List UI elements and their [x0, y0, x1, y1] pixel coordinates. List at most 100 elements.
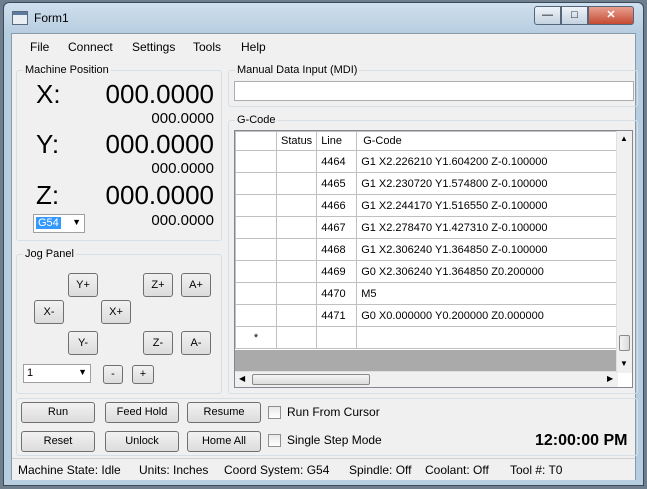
- single-step-label[interactable]: Single Step Mode: [287, 433, 382, 447]
- jog-step-increase-button[interactable]: +: [132, 365, 154, 384]
- row-header[interactable]: [235, 260, 277, 283]
- gcode-cell[interactable]: [356, 326, 618, 349]
- status-cell[interactable]: [275, 150, 318, 173]
- table-row[interactable]: 4465 G1 X2.230720 Y1.574800 Z-0.100000: [235, 172, 618, 195]
- new-row[interactable]: *: [235, 326, 618, 349]
- status-cell[interactable]: [275, 238, 318, 261]
- menu-file[interactable]: File: [30, 40, 49, 54]
- jog-z-minus-button[interactable]: Z-: [143, 331, 173, 355]
- row-header[interactable]: [235, 304, 277, 327]
- gcode-grid[interactable]: Status Line G-Code 4464 G1 X2.226210 Y1.6…: [234, 130, 633, 388]
- jog-z-plus-button[interactable]: Z+: [143, 273, 173, 297]
- scroll-up-icon[interactable]: ▲: [620, 134, 628, 143]
- menu-connect[interactable]: Connect: [68, 40, 113, 54]
- gcode-cell[interactable]: G0 X2.306240 Y1.364850 Z0.200000: [356, 260, 618, 283]
- title-bar[interactable]: Form1 — □ ✕: [4, 3, 643, 33]
- jog-x-minus-button[interactable]: X-: [34, 300, 64, 324]
- line-cell[interactable]: 4465: [316, 172, 358, 195]
- status-cell[interactable]: [275, 304, 318, 327]
- status-spindle: Spindle: Off: [349, 463, 412, 477]
- line-cell[interactable]: 4464: [316, 150, 358, 173]
- jog-step-select[interactable]: 1 ▼: [23, 364, 91, 383]
- line-cell[interactable]: 4471: [316, 304, 358, 327]
- line-cell[interactable]: 4468: [316, 238, 358, 261]
- row-header[interactable]: [235, 150, 277, 173]
- status-cell[interactable]: [275, 282, 318, 305]
- new-row-marker: *: [235, 326, 277, 349]
- gcode-cell[interactable]: G1 X2.244170 Y1.516550 Z-0.100000: [356, 194, 618, 217]
- resume-button[interactable]: Resume: [187, 402, 261, 423]
- column-header-line[interactable]: Line: [316, 131, 358, 151]
- table-row[interactable]: 4470 M5: [235, 282, 618, 305]
- row-header[interactable]: [235, 194, 277, 217]
- menu-tools[interactable]: Tools: [193, 40, 221, 54]
- gcode-table: Status Line G-Code 4464 G1 X2.226210 Y1.6…: [235, 131, 618, 349]
- table-row[interactable]: 4467 G1 X2.278470 Y1.427310 Z-0.100000: [235, 216, 618, 239]
- row-header[interactable]: [235, 282, 277, 305]
- home-all-button[interactable]: Home All: [187, 431, 261, 452]
- single-step-checkbox[interactable]: [268, 434, 281, 447]
- gcode-cell[interactable]: G1 X2.306240 Y1.364850 Z-0.100000: [356, 238, 618, 261]
- status-cell[interactable]: [275, 194, 318, 217]
- table-row[interactable]: 4466 G1 X2.244170 Y1.516550 Z-0.100000: [235, 194, 618, 217]
- y-axis-label: Y:: [36, 129, 60, 159]
- coord-system-select[interactable]: G54 ▼: [33, 214, 85, 233]
- scroll-left-icon[interactable]: ◀: [239, 374, 245, 383]
- horizontal-scroll-thumb[interactable]: [252, 374, 370, 385]
- status-cell[interactable]: [275, 260, 318, 283]
- line-cell[interactable]: 4467: [316, 216, 358, 239]
- scroll-right-icon[interactable]: ▶: [607, 374, 613, 383]
- jog-a-minus-button[interactable]: A-: [181, 331, 211, 355]
- mdi-input[interactable]: [234, 81, 634, 101]
- jog-step-decrease-button[interactable]: -: [103, 365, 123, 384]
- line-cell[interactable]: 4470: [316, 282, 358, 305]
- jog-y-minus-button[interactable]: Y-: [68, 331, 98, 355]
- scroll-down-icon[interactable]: ▼: [620, 359, 628, 368]
- line-cell[interactable]: 4469: [316, 260, 358, 283]
- row-header[interactable]: [235, 216, 277, 239]
- status-bar: Machine State: Idle Units: Inches Coord …: [12, 458, 635, 480]
- run-from-cursor-label[interactable]: Run From Cursor: [287, 405, 380, 419]
- row-header[interactable]: [235, 172, 277, 195]
- line-cell[interactable]: 4466: [316, 194, 358, 217]
- table-row[interactable]: 4468 G1 X2.306240 Y1.364850 Z-0.100000: [235, 238, 618, 261]
- form-client-area: File Connect Settings Tools Help Machine…: [11, 33, 638, 480]
- close-button[interactable]: ✕: [588, 6, 634, 25]
- table-row[interactable]: 4464 G1 X2.226210 Y1.604200 Z-0.100000: [235, 150, 618, 173]
- minimize-button[interactable]: —: [534, 6, 561, 25]
- run-from-cursor-checkbox[interactable]: [268, 406, 281, 419]
- status-coord-system: Coord System: G54: [224, 463, 330, 477]
- column-header-gcode[interactable]: G-Code: [356, 131, 618, 151]
- mdi-group: Manual Data Input (MDI): [228, 64, 638, 107]
- line-cell[interactable]: [316, 326, 358, 349]
- row-header-corner: [235, 131, 277, 151]
- gcode-cell[interactable]: G1 X2.230720 Y1.574800 Z-0.100000: [356, 172, 618, 195]
- scroll-thumb[interactable]: [619, 335, 630, 351]
- status-cell[interactable]: [275, 326, 318, 349]
- menu-settings[interactable]: Settings: [132, 40, 175, 54]
- status-cell[interactable]: [275, 216, 318, 239]
- grid-horizontal-scrollbar[interactable]: ◀ ▶: [235, 371, 618, 387]
- reset-button[interactable]: Reset: [21, 431, 95, 452]
- gcode-cell[interactable]: M5: [356, 282, 618, 305]
- menu-help[interactable]: Help: [241, 40, 266, 54]
- jog-a-plus-button[interactable]: A+: [181, 273, 211, 297]
- gcode-cell[interactable]: G1 X2.278470 Y1.427310 Z-0.100000: [356, 216, 618, 239]
- gcode-cell[interactable]: G1 X2.226210 Y1.604200 Z-0.100000: [356, 150, 618, 173]
- grid-vertical-scrollbar[interactable]: ▲ ▼: [616, 131, 632, 373]
- run-button[interactable]: Run: [21, 402, 95, 423]
- row-header[interactable]: [235, 238, 277, 261]
- unlock-button[interactable]: Unlock: [105, 431, 179, 452]
- table-row[interactable]: 4469 G0 X2.306240 Y1.364850 Z0.200000: [235, 260, 618, 283]
- machine-position-title: Machine Position: [23, 64, 111, 76]
- table-row[interactable]: 4471 G0 X0.000000 Y0.200000 Z0.000000: [235, 304, 618, 327]
- jog-x-plus-button[interactable]: X+: [101, 300, 131, 324]
- column-header-status[interactable]: Status: [275, 131, 318, 151]
- feed-hold-button[interactable]: Feed Hold: [105, 402, 179, 423]
- gcode-cell[interactable]: G0 X0.000000 Y0.200000 Z0.000000: [356, 304, 618, 327]
- x-axis-value: 000.0000: [105, 79, 214, 109]
- chevron-down-icon: ▼: [72, 217, 81, 227]
- status-cell[interactable]: [275, 172, 318, 195]
- jog-y-plus-button[interactable]: Y+: [68, 273, 98, 297]
- maximize-button[interactable]: □: [561, 6, 588, 25]
